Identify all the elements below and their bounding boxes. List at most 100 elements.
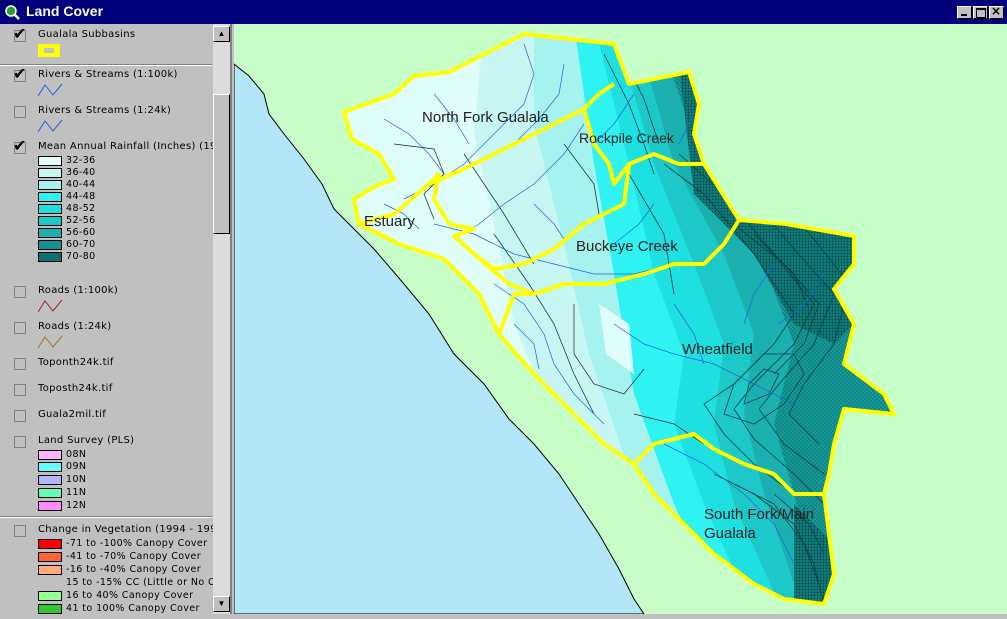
class-label: -41 to -70% Canopy Cover	[66, 551, 202, 562]
layer-visibility-checkbox[interactable]	[14, 106, 26, 118]
color-swatch	[38, 156, 62, 166]
arrow-down-icon: ▼	[217, 599, 226, 608]
legend-class: 12N	[38, 500, 230, 512]
layer-name: Toposth24k.tif	[38, 383, 113, 394]
legend-class: 70-80	[38, 251, 230, 263]
layer-divider	[0, 64, 212, 66]
layer-divider	[0, 516, 212, 518]
class-label: -16 to -40% Canopy Cover	[66, 564, 202, 575]
label-rockpile-creek: Rockpile Creek	[579, 130, 675, 146]
scroll-thumb[interactable]	[213, 94, 230, 234]
class-label: 40-44	[66, 179, 96, 190]
layer-name: Change in Vegetation (1994 - 1998	[38, 524, 224, 535]
color-swatch	[38, 578, 62, 588]
class-label: 16 to 40% Canopy Cover	[66, 590, 194, 601]
class-label: 09N	[66, 461, 87, 472]
scroll-down-button[interactable]: ▼	[213, 596, 230, 612]
legend-class: 16 to 40% Canopy Cover	[38, 590, 230, 602]
label-south-fork-main: South Fork/Main	[704, 506, 814, 523]
layer-name: Toponth24k.tif	[38, 357, 114, 368]
layer-name: Roads (1:100k)	[38, 285, 119, 296]
close-icon: ×	[991, 4, 1002, 18]
class-label: 41 to 100% Canopy Cover	[66, 603, 200, 614]
color-swatch	[38, 565, 62, 575]
layer-name: Land Survey (PLS)	[38, 435, 135, 446]
line-symbol-icon	[38, 119, 63, 133]
scroll-up-button[interactable]: ▲	[213, 26, 230, 42]
legend-class: 10N	[38, 474, 230, 486]
layer-name: Rivers & Streams (1:100k)	[38, 69, 178, 80]
layer-visibility-checkbox[interactable]	[14, 410, 26, 422]
layer-name: Mean Annual Rainfall (Inches) (196	[38, 141, 224, 152]
checkmark-icon: ✔	[13, 136, 27, 155]
arrow-up-icon: ▲	[217, 29, 226, 38]
label-south-fork-gualala: Gualala	[704, 525, 756, 542]
legend-class: 32-36	[38, 155, 230, 167]
legend-class: 15 to -15% CC (Little or No C	[38, 577, 230, 589]
window-title: Land Cover	[26, 3, 104, 19]
layer-visibility-checkbox[interactable]	[14, 286, 26, 298]
legend-class: 36-40	[38, 167, 230, 179]
label-north-fork-gualala: North Fork Gualala	[422, 109, 549, 126]
color-swatch	[38, 168, 62, 178]
layer-name: Roads (1:24k)	[38, 321, 112, 332]
maximize-button[interactable]	[973, 6, 988, 19]
class-label: 52-56	[66, 215, 96, 226]
legend-class: 41 to 100% Canopy Cover	[38, 603, 230, 614]
legend-class: 40-44	[38, 179, 230, 191]
layer-visibility-checkbox[interactable]: ✔	[13, 26, 26, 42]
class-label: 10N	[66, 474, 87, 485]
layer-name: Gualala Subbasins	[38, 29, 136, 40]
layer-visibility-checkbox[interactable]	[14, 436, 26, 448]
layer-name: Rivers & Streams (1:24k)	[38, 105, 172, 116]
legend-class: 44-48	[38, 191, 230, 203]
layer-visibility-checkbox[interactable]	[14, 322, 26, 334]
legend-class: 60-70	[38, 239, 230, 251]
legend-class: -71 to -100% Canopy Cover	[38, 538, 230, 550]
class-label: 36-40	[66, 167, 96, 178]
layer-visibility-checkbox[interactable]	[14, 525, 26, 537]
close-button[interactable]: ×	[989, 4, 1004, 19]
class-label: 15 to -15% CC (Little or No C	[66, 577, 216, 588]
class-label: 12N	[66, 500, 87, 511]
minimize-button[interactable]	[957, 6, 972, 19]
map-view[interactable]: North Fork Gualala Rockpile Creek Estuar…	[233, 24, 1007, 615]
legend-class: -41 to -70% Canopy Cover	[38, 551, 230, 563]
class-label: 11N	[66, 487, 87, 498]
legend-class: 52-56	[38, 215, 230, 227]
maximize-icon	[976, 8, 986, 18]
color-swatch	[38, 252, 62, 262]
color-swatch	[38, 450, 62, 460]
class-label: 32-36	[66, 155, 96, 166]
color-swatch	[38, 192, 62, 202]
layer-visibility-checkbox[interactable]: ✔	[13, 138, 26, 154]
label-wheatfield: Wheatfield	[682, 341, 753, 358]
checkmark-icon: ✔	[13, 64, 27, 83]
legend-class: 09N	[38, 461, 230, 473]
layer-visibility-checkbox[interactable]	[14, 384, 26, 396]
color-swatch	[38, 552, 62, 562]
class-label: 44-48	[66, 191, 96, 202]
color-swatch	[38, 475, 62, 485]
checkmark-icon: ✔	[13, 24, 27, 43]
map-canvas[interactable]: North Fork Gualala Rockpile Creek Estuar…	[233, 24, 1007, 615]
color-swatch	[38, 204, 62, 214]
layer-visibility-checkbox[interactable]: ✔	[13, 66, 26, 82]
label-estuary: Estuary	[364, 213, 415, 230]
legend-class: 48-52	[38, 203, 230, 215]
title-bar[interactable]: Land Cover ×	[0, 0, 1007, 24]
class-label: 70-80	[66, 251, 96, 262]
line-symbol-icon	[38, 335, 63, 349]
legend-panel: ✔ Gualala Subbasins ✔ Rivers & Streams (…	[0, 24, 232, 614]
legend-class: 08N	[38, 449, 230, 461]
color-swatch	[38, 240, 62, 250]
color-swatch	[38, 501, 62, 511]
layer-visibility-checkbox[interactable]	[14, 358, 26, 370]
color-swatch	[38, 228, 62, 238]
class-label: 56-60	[66, 227, 96, 238]
line-symbol-icon	[38, 299, 63, 313]
color-swatch	[38, 539, 62, 549]
class-label: 48-52	[66, 203, 96, 214]
class-label: 08N	[66, 449, 87, 460]
legend-scrollbar[interactable]: ▲ ▼	[213, 24, 230, 614]
